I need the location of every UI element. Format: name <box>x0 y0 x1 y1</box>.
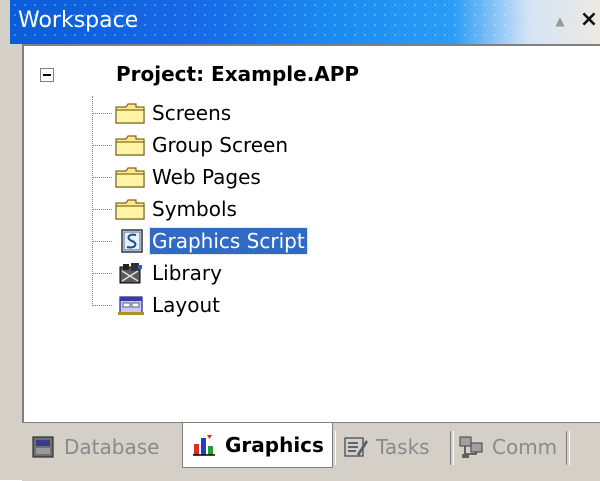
tree-item-graphics-script[interactable]: Graphics Script <box>92 226 352 256</box>
tree-item-web-pages[interactable]: Web Pages <box>92 162 352 192</box>
tree-item-layout[interactable]: Layout <box>92 290 352 320</box>
folder-icon <box>115 199 145 220</box>
folder-icon <box>115 167 145 188</box>
tree-item-label: Screens <box>152 101 232 125</box>
tree-item-label: Group Screen <box>152 133 289 157</box>
window-title: Workspace <box>18 8 139 33</box>
tree-root-label[interactable]: Project: Example.APP <box>116 62 359 86</box>
tree-item-group-screen[interactable]: Group Screen <box>92 130 352 160</box>
library-icon <box>119 263 142 284</box>
collapse-toggle-icon[interactable] <box>40 68 54 82</box>
tab-label: Tasks <box>376 435 430 459</box>
project-tree: Project: Example.APP Screens Group Scree… <box>24 46 600 424</box>
database-icon <box>32 436 54 458</box>
tree-item-label: Library <box>152 261 222 285</box>
tree-item-label: Layout <box>152 293 220 317</box>
tree-item-label: Symbols <box>152 197 237 221</box>
workspace-tabs: Database Graphics Tasks Comm <box>22 422 600 481</box>
tasks-icon <box>344 437 368 457</box>
tree-item-screens[interactable]: Screens <box>92 98 352 128</box>
tab-label: Graphics <box>225 433 324 457</box>
tree-item-symbols[interactable]: Symbols <box>92 194 352 224</box>
layout-icon <box>118 296 144 315</box>
workspace-window: Workspace ▲ × Project: Example.APP Scree… <box>0 0 600 481</box>
tree-item-library[interactable]: Library <box>92 258 352 288</box>
tree-panel: Project: Example.APP Screens Group Scree… <box>22 44 600 424</box>
tab-tasks[interactable]: Tasks <box>342 427 430 467</box>
folder-icon <box>115 135 145 156</box>
tree-item-label: Graphics Script <box>149 227 308 255</box>
title-bar[interactable]: Workspace ▲ × <box>10 0 600 44</box>
comm-icon <box>459 436 483 458</box>
script-icon <box>121 229 143 253</box>
tab-label: Comm <box>492 435 558 459</box>
tab-label: Database <box>64 435 160 459</box>
tree-item-label: Web Pages <box>152 165 261 189</box>
tab-database[interactable]: Database <box>30 427 159 467</box>
tab-comm[interactable]: Comm <box>458 427 557 467</box>
restore-button[interactable]: ▲ <box>552 12 568 30</box>
graphics-icon <box>193 435 215 456</box>
tab-graphics[interactable]: Graphics <box>182 423 333 468</box>
close-button[interactable]: × <box>578 8 600 32</box>
folder-icon <box>115 103 145 124</box>
